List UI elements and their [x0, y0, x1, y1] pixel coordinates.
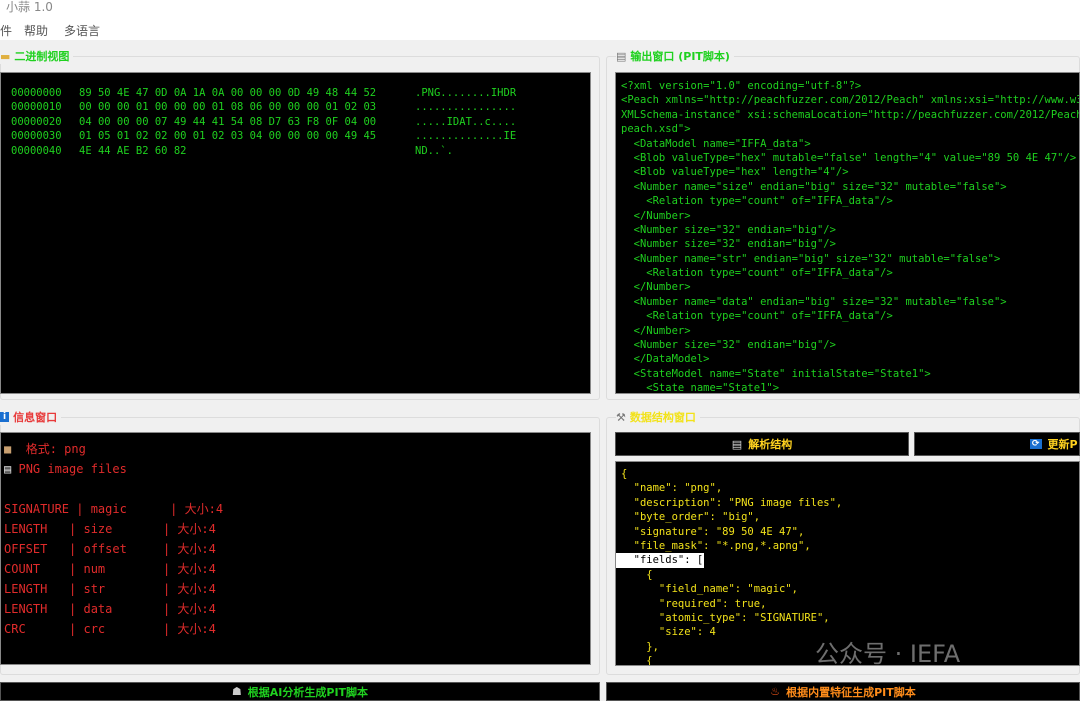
json-editor[interactable]: { "name": "png", "description": "PNG ima… — [615, 461, 1080, 666]
hex-ascii: ND..`. — [415, 144, 453, 157]
data-structure-title: ⚒ 数据结构窗口 — [616, 409, 700, 425]
xml-line: <Peach xmlns="http://peachfuzzer.com/201… — [621, 94, 1079, 107]
json-line: "signature": "89 50 4E 47", — [621, 525, 805, 538]
parse-structure-button[interactable]: ▤ 解析结构 — [615, 432, 909, 456]
hex-offset: 00000040 — [11, 144, 62, 157]
json-line: "field_name": "magic", — [621, 583, 799, 596]
xml-line: <Number name="data" endian="big" size="3… — [621, 295, 1007, 308]
info-row: OFFSET | offset | 大小:4 — [4, 542, 216, 556]
json-line: "description": "PNG image files", — [621, 496, 843, 509]
xml-line: <Relation type="count" of="IFFA_data"/> — [621, 310, 893, 323]
xml-line: <Number size="32" endian="big"/> — [621, 223, 836, 236]
info-row: LENGTH | str | 大小:4 — [4, 582, 216, 596]
generate-builtin-pit-button[interactable]: ♨ 根据内置特征生成PIT脚本 — [606, 682, 1080, 701]
hex-offset: 00000010 — [11, 101, 62, 114]
folder-icon: ▬ — [0, 49, 11, 63]
xml-line: <Blob valueType="hex" length="4"/> — [621, 166, 849, 179]
info-row: CRC | crc | 大小:4 — [4, 622, 216, 636]
hex-ascii: ................ — [415, 101, 517, 114]
json-line: "required": true, — [621, 597, 767, 610]
xml-line: peach.xsd"> — [621, 123, 691, 136]
info-text[interactable]: ■ 格式: png ▤ PNG image files SIGNATURE | ma… — [0, 432, 591, 665]
xml-line: XMLSchema-instance" xsi:schemaLocation="… — [621, 108, 1080, 121]
output-title: ▤ 输出窗口 (PIT脚本) — [616, 48, 734, 64]
json-line: { — [621, 468, 628, 480]
hex-row: 00000010 00 00 00 01 00 00 00 01 08 06 00… — [11, 100, 590, 114]
xml-line: </Number> — [621, 281, 691, 294]
hex-hex: 04 00 00 00 07 49 44 41 54 08 D7 63 F8 0… — [79, 115, 377, 128]
xml-line: </DataModel> — [621, 353, 710, 366]
refresh-icon: ⟳ — [1030, 439, 1042, 449]
xml-line: <DataModel name="IFFA_data"> — [621, 137, 811, 150]
json-line: "file_mask": "*.png,*.apng", — [621, 539, 811, 552]
info-row: LENGTH | data | 大小:4 — [4, 602, 216, 616]
info-row: COUNT | num | 大小:4 — [4, 562, 216, 576]
menu-language[interactable]: 多语言 — [64, 22, 100, 39]
page-icon: ▤ — [4, 462, 12, 476]
hex-ascii: .....IDAT..c.... — [415, 115, 517, 128]
xml-line: <Blob valueType="hex" mutable="false" le… — [621, 151, 1077, 164]
title-bar: 小蒜 1.0 — [0, 0, 1080, 18]
xml-line: <Number name="size" endian="big" size="3… — [621, 180, 1007, 193]
hex-view[interactable]: 00000000 89 50 4E 47 0D 0A 1A 0A 00 00 00… — [0, 72, 591, 394]
window-title: 小蒜 1.0 — [6, 0, 53, 14]
info-title: i 信息窗口 — [0, 409, 62, 425]
xml-line: <Relation type="count" of="IFFA_data"/> — [621, 267, 893, 280]
document-icon: ▤ — [616, 49, 627, 63]
hex-offset: 00000000 — [11, 87, 62, 99]
xml-line: </Number> — [621, 209, 691, 222]
xml-line: <Number size="32" endian="big"/> — [621, 238, 836, 251]
hex-hex: 01 05 01 02 02 00 01 02 03 04 00 00 00 0… — [79, 130, 377, 143]
hex-offset: 00000030 — [11, 130, 62, 143]
json-line: "size": 4 — [621, 626, 716, 639]
info-row: LENGTH | size | 大小:4 — [4, 522, 216, 536]
xml-line: <Relation type="count" of="IFFA_data"/> — [621, 195, 893, 208]
json-line: "byte_order": "big", — [621, 511, 761, 524]
hex-ascii: ..............IE — [415, 130, 517, 143]
json-line: { — [621, 568, 653, 581]
hex-row: 00000000 89 50 4E 47 0D 0A 1A 0A 00 00 00… — [11, 86, 590, 100]
pit-output-text[interactable]: <?xml version="1.0" encoding="utf-8"?> <P… — [615, 72, 1080, 394]
generate-ai-pit-button[interactable]: ☗ 根据AI分析生成PIT脚本 — [0, 682, 600, 701]
xml-line: <?xml version="1.0" encoding="utf-8"?> — [621, 80, 862, 92]
hex-row: 00000030 01 05 01 02 02 00 01 02 03 04 00… — [11, 129, 590, 143]
info-icon: i — [0, 412, 10, 422]
clipboard-icon: ▤ — [731, 437, 743, 451]
hex-row: 00000020 04 00 00 00 07 49 44 41 54 08 D7… — [11, 115, 590, 129]
hex-hex: 00 00 00 01 00 00 00 01 08 06 00 00 00 0… — [79, 101, 377, 114]
xml-line: <StateModel name="State" initialState="S… — [621, 367, 931, 380]
xml-line: <Number name="str" endian="big" size="32… — [621, 252, 1001, 265]
xml-line: </Number> — [621, 324, 691, 337]
package-icon: ■ — [4, 442, 12, 456]
hex-offset: 00000020 — [11, 115, 62, 128]
menu-file[interactable]: 件 — [0, 22, 12, 39]
json-line: "name": "png", — [621, 482, 723, 495]
update-pit-button[interactable]: ⟳ 更新P — [914, 432, 1080, 456]
robot-icon: ☗ — [231, 685, 242, 698]
menu-help[interactable]: 帮助 — [24, 22, 48, 39]
hex-row: 00000040 4E 44 AE B2 60 82 ND..`. — [11, 144, 590, 158]
xml-line: <Number size="32" endian="big"/> — [621, 339, 836, 352]
info-row: SIGNATURE | magic | 大小:4 — [4, 502, 224, 516]
binary-view-title: ▬ 二进制视图 — [0, 48, 74, 64]
json-line: "atomic_type": "SIGNATURE", — [621, 611, 830, 624]
hex-hex: 89 50 4E 47 0D 0A 1A 0A 00 00 00 0D 49 4… — [79, 87, 377, 99]
menu-bar: 件 帮助 多语言 — [0, 18, 1080, 40]
fire-icon: ♨ — [770, 685, 781, 698]
watermark: 公众号 · IEFA — [815, 640, 961, 668]
hex-hex: 4E 44 AE B2 60 82 — [79, 144, 187, 157]
xml-line: <State name="State1"> — [621, 382, 780, 394]
json-line: "fields": [ — [616, 553, 704, 568]
hex-ascii: .PNG........IHDR — [415, 87, 517, 99]
wrench-icon: ⚒ — [616, 410, 626, 424]
